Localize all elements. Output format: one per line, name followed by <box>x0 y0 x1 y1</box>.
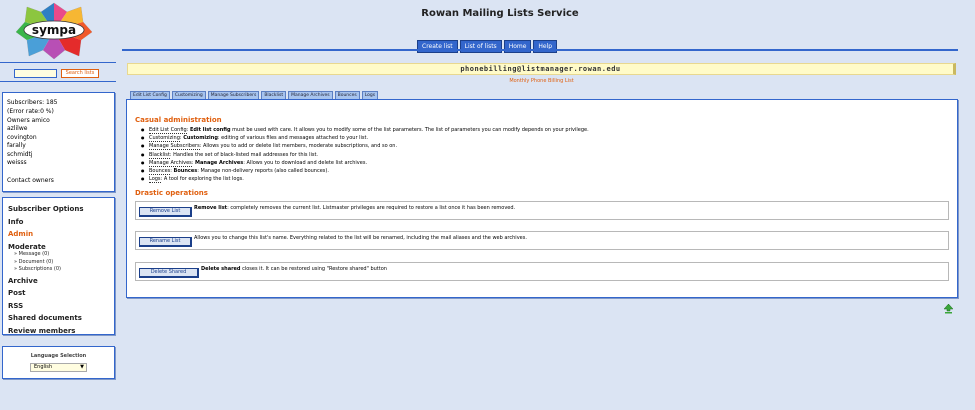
nav-list-of-lists[interactable]: List of lists <box>459 40 502 53</box>
menu-info[interactable]: Info <box>8 216 109 229</box>
list-item: Manage Archives: Manage Archives: Allows… <box>141 159 589 167</box>
casual-term[interactable]: Edit List Config <box>149 127 187 134</box>
list-info-panel: Subscribers: 185 (Error rate:0 %) Owners… <box>2 92 115 192</box>
remove-list-box: Remove List Remove list: completely remo… <box>135 201 949 220</box>
logo-text: sympa <box>32 23 76 37</box>
menu-rss[interactable]: RSS <box>8 300 109 313</box>
language-title: Language Selection <box>30 353 87 359</box>
list-item: Bounces: Bounces: Manage non-delivery re… <box>141 167 589 176</box>
owner-item[interactable]: schmidtj <box>7 151 110 160</box>
list-item: Customizing: Customizing: editing of var… <box>141 134 589 143</box>
casual-term[interactable]: Customizing <box>149 135 180 143</box>
casual-admin-list: Edit List Config: Edit list config must … <box>141 126 589 184</box>
nav-create-list[interactable]: Create list <box>417 40 458 53</box>
delete-shared-desc: Delete shared closes it. It can be resto… <box>201 266 387 272</box>
delete-shared-box: Delete Shared Delete shared closes it. I… <box>135 262 949 281</box>
casual-bold: Edit list config <box>189 127 231 133</box>
moderate-document-label: Document (0) <box>18 258 54 265</box>
owners-list: azlilwe covington farally schmidtj weiss… <box>7 125 110 168</box>
casual-text: : editing of various files and messages … <box>217 135 369 142</box>
subscriber-count: Subscribers: 185 <box>7 99 58 106</box>
list-subject: Monthly Phone Billing List <box>509 78 574 84</box>
contact-owners-link[interactable]: Contact owners <box>7 176 110 185</box>
header-divider <box>122 49 958 51</box>
moderate-subscriptions[interactable]: » Subscriptions (0) <box>14 266 109 274</box>
casual-text: Allows you to add or delete list members… <box>201 143 398 150</box>
remove-list-text: : completely removes the current list. L… <box>227 205 516 211</box>
rename-list-desc: Allows you to change this list's name. E… <box>194 235 527 241</box>
casual-text: Handles the set of black-listed mail add… <box>171 151 318 158</box>
language-selected: English <box>34 364 53 370</box>
owner-item[interactable]: farally <box>7 142 110 151</box>
casual-bold: Manage Archives <box>195 159 244 166</box>
owner-item[interactable]: azlilwe <box>7 125 110 134</box>
site-title: Rowan Mailing Lists Service <box>421 8 579 19</box>
menu-admin[interactable]: Admin <box>8 228 109 241</box>
list-item: Blacklist: Handles the set of black-list… <box>141 151 589 159</box>
casual-text: : Allows you to download and delete list… <box>243 159 368 166</box>
language-panel: Language Selection English ▼ <box>2 346 115 379</box>
casual-admin-title: Casual administration <box>135 116 222 124</box>
remove-list-bold: Remove list <box>194 205 228 211</box>
menu-review-members[interactable]: Review members <box>8 325 109 338</box>
casual-bold: Customizing <box>183 135 218 142</box>
list-menu-panel: Subscriber Options Info Admin Moderate »… <box>2 197 115 335</box>
delete-shared-bold: Delete shared <box>201 266 241 272</box>
casual-term[interactable]: Blacklist <box>149 151 170 159</box>
list-item: Logs: A tool for exploring the list logs… <box>141 175 589 184</box>
casual-term[interactable]: Manage Archives <box>149 159 192 167</box>
casual-term[interactable]: Logs <box>149 176 161 184</box>
moderate-message[interactable]: » Message (0) <box>14 251 109 259</box>
casual-term[interactable]: Manage Subscribers <box>149 143 200 151</box>
owners-label[interactable]: Owners amico <box>7 116 110 125</box>
moderate-sublist: » Message (0) » Document (0) » Subscript… <box>14 251 109 274</box>
moderate-subscriptions-label: Subscriptions (0) <box>18 266 61 272</box>
casual-term[interactable]: Bounces <box>149 168 171 176</box>
casual-text: must be used with care. It allows you to… <box>230 127 589 133</box>
moderate-message-label: Message (0) <box>18 251 50 257</box>
remove-list-button[interactable]: Remove List <box>139 207 192 217</box>
admin-main-panel: Casual administration Edit List Config: … <box>126 99 958 298</box>
delete-shared-button[interactable]: Delete Shared <box>139 268 199 278</box>
nav-home[interactable]: Home <box>503 40 532 53</box>
menu-shared-documents[interactable]: Shared documents <box>8 312 109 325</box>
menu-archive[interactable]: Archive <box>8 275 109 288</box>
chevron-down-icon: ▼ <box>80 364 84 370</box>
list-item: Edit List Config: Edit list config must … <box>141 126 589 134</box>
language-select[interactable]: English ▼ <box>30 363 87 372</box>
menu-subscriber-options[interactable]: Subscriber Options <box>8 203 109 216</box>
sympa-logo[interactable]: sympa <box>15 2 93 60</box>
owner-item[interactable]: weisss <box>7 159 110 168</box>
menu-post[interactable]: Post <box>8 287 109 300</box>
list-address: phonebilling@listmanager.rowan.edu <box>127 63 956 75</box>
remove-list-desc: Remove list: completely removes the curr… <box>194 205 515 211</box>
scroll-top-icon[interactable] <box>944 304 953 314</box>
drastic-ops-title: Drastic operations <box>135 189 208 197</box>
top-nav: Create list List of lists Home Help <box>417 40 558 53</box>
error-rate: (Error rate:0 %) <box>7 108 54 115</box>
rename-list-button[interactable]: Rename List <box>139 237 192 247</box>
list-item: Manage Subscribers: Allows you to add or… <box>141 142 589 151</box>
nav-help[interactable]: Help <box>533 40 558 53</box>
rename-list-box: Rename List Allows you to change this li… <box>135 231 949 250</box>
delete-shared-text: closes it. It can be restored using "Res… <box>240 266 387 272</box>
search-lists-button[interactable]: Search lists <box>61 69 99 78</box>
owner-item[interactable]: covington <box>7 134 110 143</box>
casual-text: : Manage non-delivery reports (also call… <box>197 168 329 175</box>
moderate-document[interactable]: » Document (0) <box>14 259 109 267</box>
casual-text: A tool for exploring the list logs. <box>162 176 244 183</box>
search-input[interactable] <box>14 69 57 78</box>
casual-bold: Bounces <box>173 168 198 175</box>
search-bar: Search lists <box>0 62 116 82</box>
